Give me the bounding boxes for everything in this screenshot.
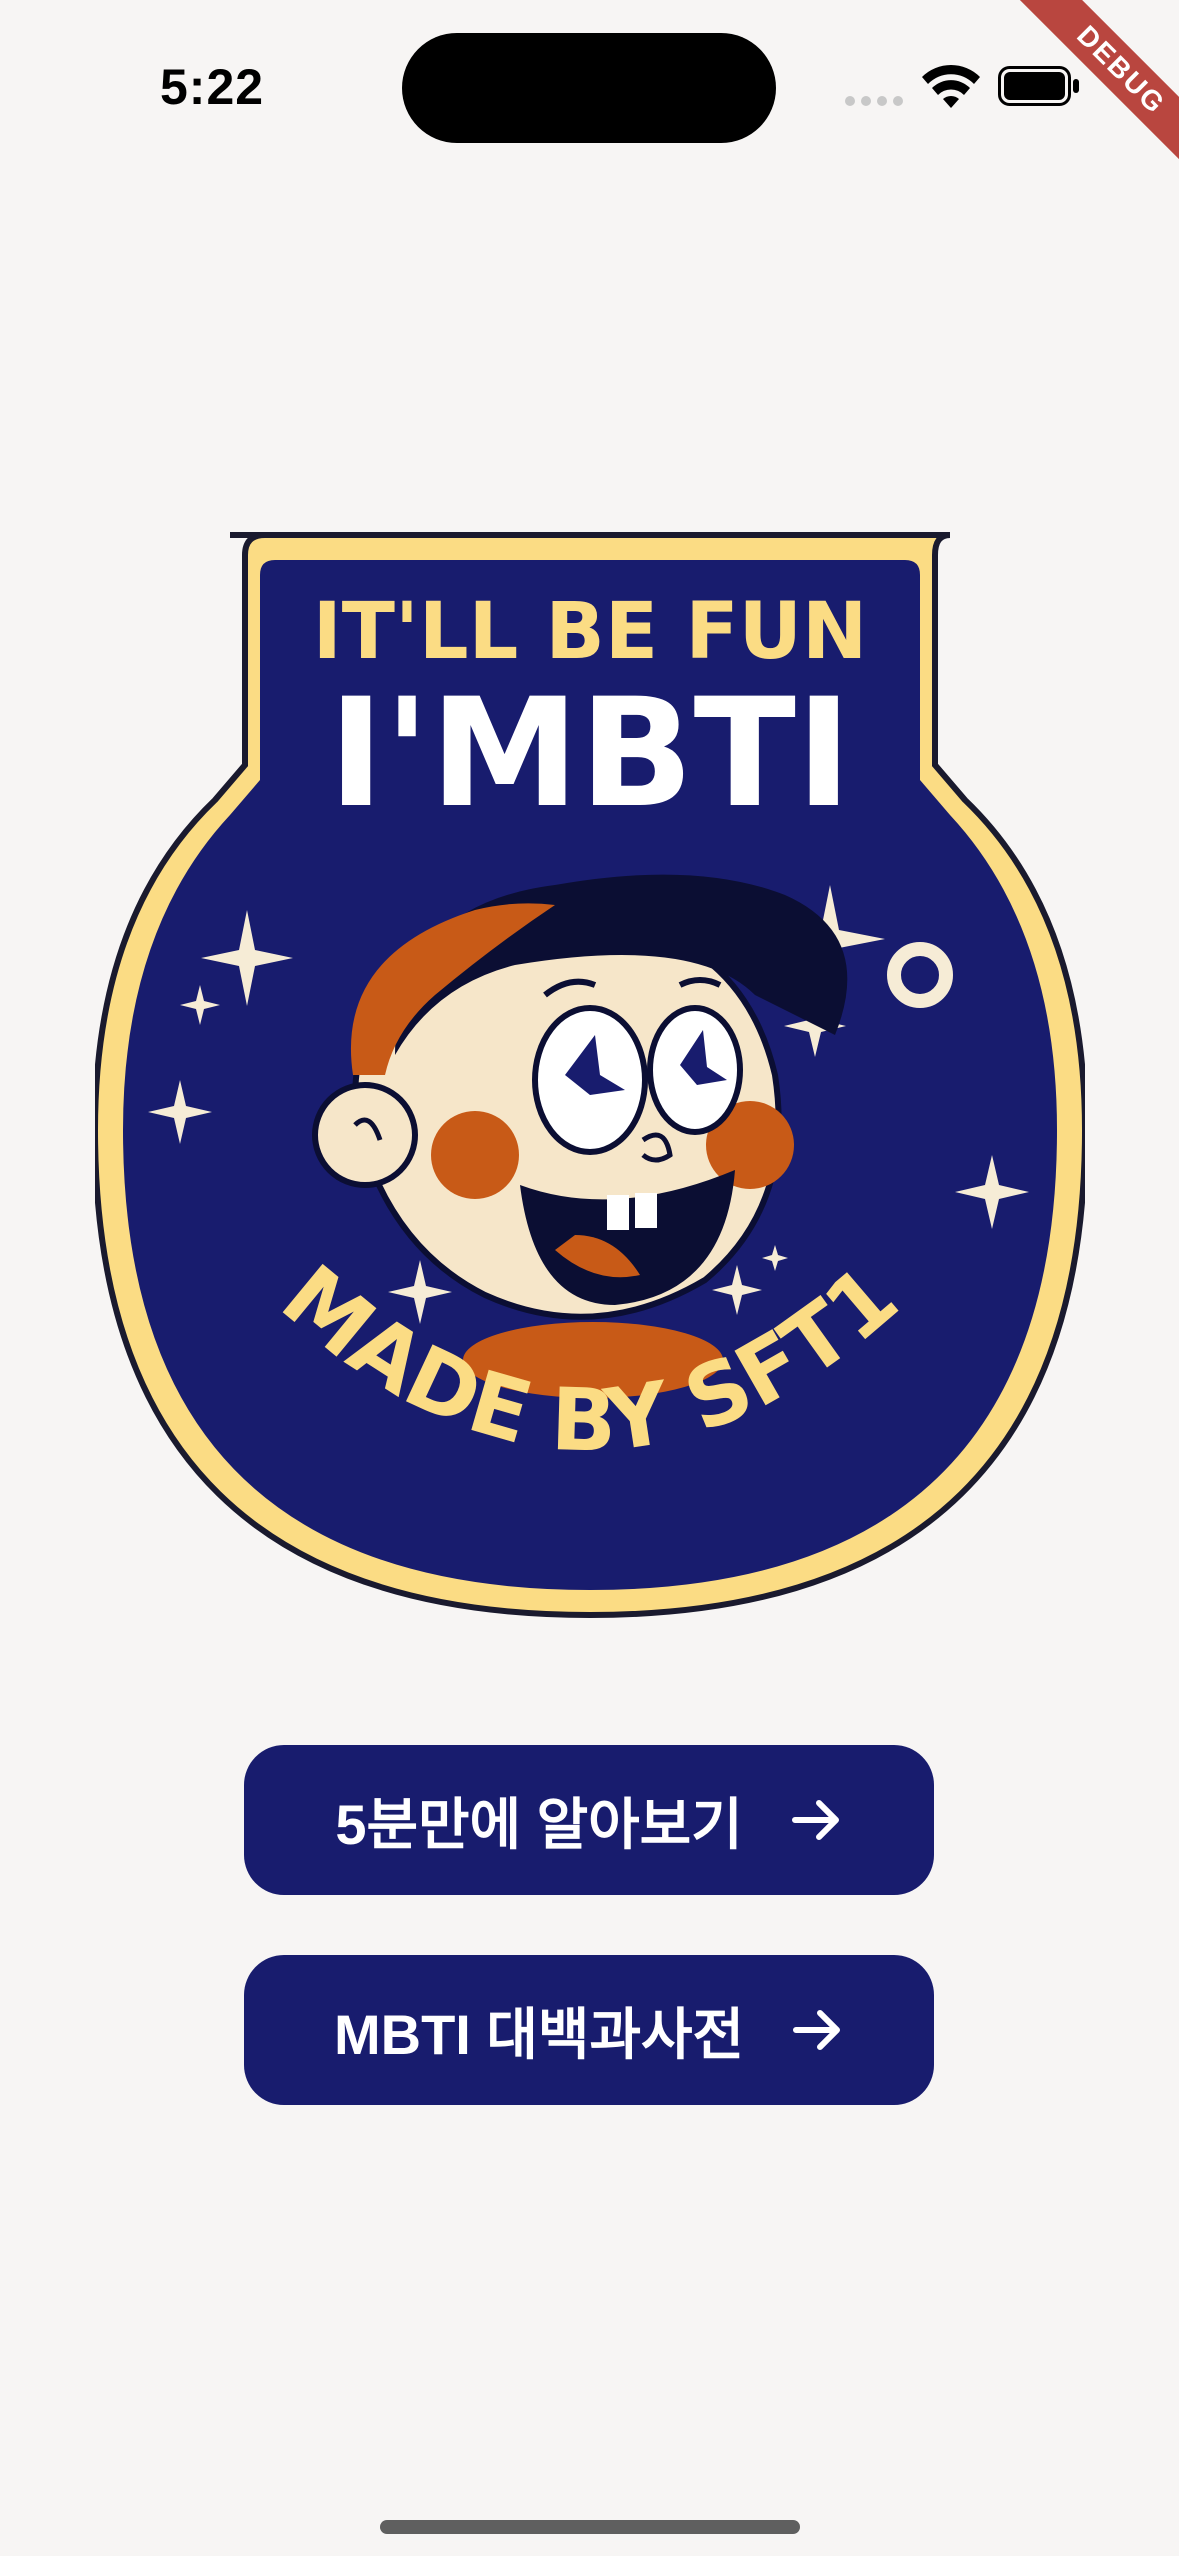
arrow-right-icon bbox=[791, 1800, 839, 1840]
debug-banner: DEBUG bbox=[989, 0, 1179, 190]
arrow-right-icon bbox=[793, 2010, 840, 2050]
badge-title: I'MBTI bbox=[328, 667, 851, 841]
dynamic-island bbox=[402, 33, 776, 143]
quick-test-button-label: 5분만에 알아보기 bbox=[335, 1792, 743, 1856]
mbti-encyclopedia-button[interactable]: MBTI 대백과사전 bbox=[244, 1955, 934, 2105]
app-logo-badge: IT'LL BE FUN I'MBTI MADE BY SFT1 bbox=[95, 532, 1085, 1619]
debug-label: DEBUG bbox=[1013, 0, 1179, 178]
quick-test-button[interactable]: 5분만에 알아보기 bbox=[244, 1745, 934, 1895]
cellular-signal-icon bbox=[845, 96, 903, 106]
wifi-icon bbox=[922, 64, 980, 108]
home-indicator[interactable] bbox=[380, 2520, 800, 2534]
badge-top-text: IT'LL BE FUN bbox=[313, 587, 867, 677]
status-time: 5:22 bbox=[160, 59, 265, 115]
mbti-encyclopedia-button-label: MBTI 대백과사전 bbox=[333, 2002, 744, 2066]
